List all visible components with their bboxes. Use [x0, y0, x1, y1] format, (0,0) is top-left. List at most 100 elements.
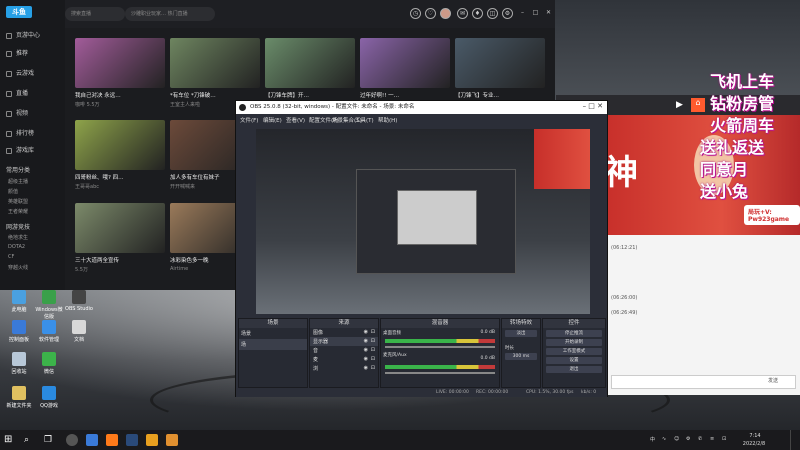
- control-button[interactable]: 工作室模式: [546, 348, 602, 355]
- source-item[interactable]: 麦 ◉ ⊡: [310, 355, 378, 364]
- stream-thumbnail[interactable]: [75, 38, 165, 88]
- stream-title[interactable]: 四哥粉丝、哦? 四…: [75, 173, 165, 181]
- obs-menu-item[interactable]: 工具(T): [355, 116, 374, 124]
- douyu-taskbar-icon[interactable]: [106, 434, 118, 446]
- tray-icon[interactable]: ✆: [698, 436, 702, 442]
- app-logo[interactable]: 斗鱼: [6, 6, 32, 18]
- desktop-icon[interactable]: QQ游戏: [34, 386, 64, 409]
- tray-icon[interactable]: ☺: [674, 436, 679, 442]
- stream-card[interactable]: 【刀锋车牌】开…开心: [265, 38, 355, 108]
- obs-window-controls[interactable]: – □ ✕: [583, 102, 603, 110]
- desktop-icon[interactable]: 此电脑: [4, 290, 34, 313]
- category-item[interactable]: 穿越火线: [8, 264, 28, 271]
- search-icon[interactable]: ⌕: [24, 434, 36, 446]
- sidebar-item[interactable]: 排行榜: [6, 128, 34, 137]
- stream-title[interactable]: 三十大道两全宣传: [75, 256, 165, 264]
- obs-preview[interactable]: [256, 129, 590, 314]
- steam-taskbar-icon[interactable]: [126, 434, 138, 446]
- sidebar-item[interactable]: 推荐: [6, 48, 28, 57]
- stream-card[interactable]: 我自己对决 永远… 咖啡 5.5万: [75, 38, 165, 108]
- control-button[interactable]: 停止推流: [546, 330, 602, 337]
- eye-icon[interactable]: ◉: [364, 338, 368, 344]
- stream-card[interactable]: 【刀锋飞】专业…: [455, 38, 545, 101]
- stream-card[interactable]: 过年好啊!! 一…: [360, 38, 450, 101]
- clock-date[interactable]: 2022/2/8: [736, 441, 772, 447]
- home-icon[interactable]: ⌂: [691, 98, 705, 112]
- obs-taskbar-icon[interactable]: [66, 434, 78, 446]
- tray-icon[interactable]: ≡: [710, 436, 714, 442]
- tray-icon[interactable]: ∿: [662, 436, 666, 442]
- stream-thumbnail[interactable]: [75, 120, 165, 170]
- tray-icon[interactable]: ⊡: [722, 436, 726, 442]
- scene-item[interactable]: 场景: [239, 328, 307, 339]
- source-item[interactable]: 显示器 ◉ ⊡: [310, 337, 378, 346]
- desktop-icon[interactable]: 控制面板: [4, 320, 34, 343]
- stream-title[interactable]: 过年好啊!! 一…: [360, 91, 450, 99]
- category-item[interactable]: 超级主播: [8, 178, 28, 185]
- gift-icon[interactable]: ◫: [487, 8, 498, 19]
- desktop-icon[interactable]: 回收站: [4, 352, 34, 375]
- browser-taskbar-icon[interactable]: [86, 434, 98, 446]
- desktop-icon[interactable]: 新建文件夹: [4, 386, 34, 409]
- show-desktop-button[interactable]: [790, 430, 800, 450]
- lock-icon[interactable]: ⊡: [371, 329, 375, 335]
- start-button[interactable]: ⊞: [4, 434, 16, 446]
- mixer-ch2-slider[interactable]: [385, 372, 495, 374]
- obs-menu-item[interactable]: 帮助(H): [378, 116, 397, 124]
- eye-icon[interactable]: ◉: [364, 365, 368, 371]
- scene-item[interactable]: 场: [239, 339, 307, 350]
- category-item[interactable]: 英雄联盟: [8, 198, 28, 205]
- source-item[interactable]: 图像 ◉ ⊡: [310, 328, 378, 337]
- sidebar-item[interactable]: 云游戏: [6, 68, 34, 77]
- stream-title[interactable]: 我自己对决 永远…: [75, 91, 165, 99]
- message-icon[interactable]: ✉: [457, 8, 468, 19]
- category-item[interactable]: 颜值: [8, 188, 18, 195]
- search-input[interactable]: 搜索直播: [65, 7, 125, 21]
- obs-menu-item[interactable]: 查看(V): [286, 116, 305, 124]
- eye-icon[interactable]: ◉: [364, 347, 368, 353]
- stream-card[interactable]: 四哥粉丝、哦? 四… 王哥哥abc: [75, 120, 165, 190]
- control-button[interactable]: 退出: [546, 366, 602, 373]
- tray-icon[interactable]: 中: [650, 436, 655, 443]
- stream-card[interactable]: *有车位 *刀锋破… 王室主人来啦: [170, 38, 260, 108]
- history-icon[interactable]: ◷: [410, 8, 421, 19]
- transition-select[interactable]: 淡出: [505, 330, 537, 337]
- control-button[interactable]: 设置: [546, 357, 602, 364]
- desktop-icon[interactable]: OBS Studio: [64, 290, 94, 312]
- stream-thumbnail[interactable]: [455, 38, 545, 88]
- search-hint[interactable]: 沙雕职业玩家… 热门直播: [125, 7, 215, 21]
- category-item[interactable]: 绝地求生: [8, 234, 28, 241]
- category-item[interactable]: 王者荣耀: [8, 208, 28, 215]
- stream-card[interactable]: 三十大道两全宣传 5.5万: [75, 203, 165, 273]
- stream-thumbnail[interactable]: [265, 38, 355, 88]
- stream-title[interactable]: *有车位 *刀锋破…: [170, 91, 260, 99]
- desktop-icon[interactable]: Windows微信版: [34, 290, 64, 320]
- lock-icon[interactable]: ⊡: [371, 338, 375, 344]
- settings-icon[interactable]: ⚙: [502, 8, 513, 19]
- eye-icon[interactable]: ◉: [364, 329, 368, 335]
- clock-time[interactable]: 7:14: [740, 433, 770, 439]
- sidebar-item[interactable]: 直播: [6, 88, 28, 97]
- sidebar-item[interactable]: 游戏库: [6, 145, 34, 154]
- duration-input[interactable]: 300 ms: [505, 353, 537, 360]
- close-button[interactable]: ✕: [543, 8, 554, 19]
- obs-menu-item[interactable]: 文件(F): [240, 116, 258, 124]
- favorite-icon[interactable]: ♡: [425, 8, 436, 19]
- desktop-icon[interactable]: 软件管理: [34, 320, 64, 343]
- mixer-ch1-slider[interactable]: [385, 346, 495, 348]
- lock-icon[interactable]: ⊡: [371, 356, 375, 362]
- shirt-icon[interactable]: ♦: [472, 8, 483, 19]
- desktop-icon[interactable]: 文档: [64, 320, 94, 343]
- taskview-icon[interactable]: ❐: [44, 434, 56, 446]
- control-button[interactable]: 开始录制: [546, 339, 602, 346]
- sidebar-item[interactable]: 页游中心: [6, 30, 40, 39]
- lock-icon[interactable]: ⊡: [371, 365, 375, 371]
- minimize-button[interactable]: –: [517, 8, 528, 19]
- stream-thumbnail[interactable]: [360, 38, 450, 88]
- eye-icon[interactable]: ◉: [364, 356, 368, 362]
- category-item[interactable]: CF: [8, 254, 14, 260]
- stream-title[interactable]: 【刀锋飞】专业…: [455, 91, 545, 99]
- game-taskbar-icon[interactable]: [146, 434, 158, 446]
- desktop-icon[interactable]: 微信: [34, 352, 64, 375]
- app-taskbar-icon[interactable]: [166, 434, 178, 446]
